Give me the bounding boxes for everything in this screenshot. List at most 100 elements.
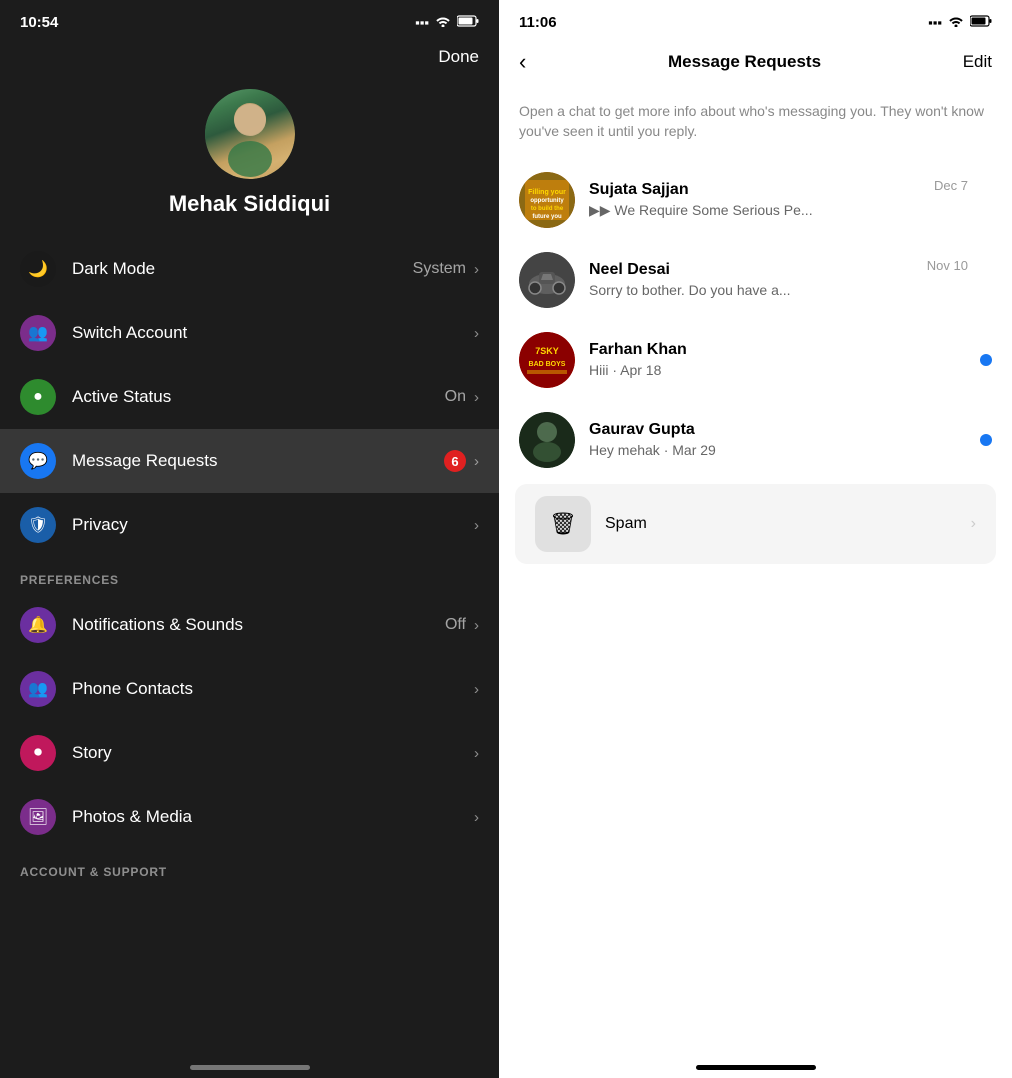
menu-item-message-requests[interactable]: 💬 Message Requests 6 › — [0, 429, 499, 493]
menu-item-story[interactable]: ⏺ Story › — [0, 721, 499, 785]
gaurav-unread-dot — [980, 434, 992, 446]
preferences-list: 🔔 Notifications & Sounds Off › 👥 Phone C… — [0, 593, 499, 849]
svg-text:future you: future you — [532, 214, 562, 220]
message-requests-label: Message Requests — [72, 451, 444, 471]
dark-mode-icon: 🌙 — [20, 251, 56, 287]
active-status-label: Active Status — [72, 387, 445, 407]
message-list: Filling your opportunity to build the fu… — [499, 160, 1012, 1078]
back-button[interactable]: ‹ — [519, 49, 526, 75]
profile-name: Mehak Siddiqui — [169, 191, 330, 217]
menu-item-dark-mode[interactable]: 🌙 Dark Mode System › — [0, 237, 499, 301]
farhan-preview: Hiii · Apr 18 — [589, 362, 859, 378]
privacy-label: Privacy — [72, 515, 474, 535]
account-support-section-label: ACCOUNT & SUPPORT — [0, 849, 499, 885]
left-status-bar: 10:54 ▪▪▪ — [0, 0, 499, 39]
sujata-name: Sujata Sajjan — [589, 181, 992, 199]
battery-icon — [970, 15, 992, 30]
farhan-avatar: 7SKY BAD BOYS — [519, 332, 575, 388]
svg-text:to build the: to build the — [531, 206, 564, 212]
avatar[interactable] — [205, 89, 295, 179]
chevron-icon: › — [474, 681, 479, 698]
spam-chevron-icon: › — [971, 515, 976, 533]
spam-icon: 🗑 — [535, 496, 591, 552]
dark-mode-label: Dark Mode — [72, 259, 413, 279]
signal-icon: ▪▪▪ — [928, 15, 942, 30]
switch-account-label: Switch Account — [72, 323, 474, 343]
menu-list: 🌙 Dark Mode System › 👥 Switch Account › … — [0, 237, 499, 557]
menu-item-privacy[interactable]: 🛡 Privacy › — [0, 493, 499, 557]
svg-text:7SKY: 7SKY — [535, 346, 559, 356]
chevron-icon: › — [474, 453, 479, 470]
notifications-value: Off — [445, 616, 466, 634]
menu-item-switch-account[interactable]: 👥 Switch Account › — [0, 301, 499, 365]
done-button[interactable]: Done — [438, 47, 479, 67]
notifications-icon: 🔔 — [20, 607, 56, 643]
story-icon: ⏺ — [20, 735, 56, 771]
message-item-farhan[interactable]: 7SKY BAD BOYS Farhan Khan Hiii · Apr 18 — [499, 320, 1012, 400]
svg-text:Filling your: Filling your — [528, 189, 566, 196]
wifi-icon — [948, 15, 964, 30]
chevron-icon: › — [474, 617, 479, 634]
left-time: 10:54 — [20, 14, 58, 31]
gaurav-name: Gaurav Gupta — [589, 421, 992, 439]
sujata-date: Dec 7 — [934, 178, 968, 193]
menu-item-active-status[interactable]: ● Active Status On › — [0, 365, 499, 429]
neel-date: Nov 10 — [927, 258, 968, 273]
profile-section: Mehak Siddiqui — [0, 79, 499, 237]
chevron-icon: › — [474, 809, 479, 826]
menu-item-photos-media[interactable]: 🖼 Photos & Media › — [0, 785, 499, 849]
neel-preview: Sorry to bother. Do you have a... — [589, 282, 859, 298]
chevron-icon: › — [474, 389, 479, 406]
story-label: Story — [72, 743, 474, 763]
farhan-unread-dot — [980, 354, 992, 366]
phone-contacts-icon: 👥 — [20, 671, 56, 707]
phone-contacts-label: Phone Contacts — [72, 679, 474, 699]
chevron-icon: › — [474, 745, 479, 762]
right-time: 11:06 — [519, 14, 557, 31]
right-panel: 11:06 ▪▪▪ ‹ Message Requests Edit Open a… — [499, 0, 1012, 1078]
message-item-gaurav[interactable]: Gaurav Gupta Hey mehak · Mar 29 — [499, 400, 1012, 480]
wifi-icon — [435, 15, 451, 30]
info-text: Open a chat to get more info about who's… — [499, 87, 1012, 160]
farhan-name: Farhan Khan — [589, 341, 992, 359]
right-status-icons: ▪▪▪ — [928, 15, 992, 30]
left-home-indicator — [190, 1065, 310, 1070]
sujata-avatar: Filling your opportunity to build the fu… — [519, 172, 575, 228]
notifications-label: Notifications & Sounds — [72, 615, 445, 635]
svg-text:BAD BOYS: BAD BOYS — [529, 361, 566, 368]
nav-title: Message Requests — [668, 52, 821, 72]
menu-item-phone-contacts[interactable]: 👥 Phone Contacts › — [0, 657, 499, 721]
nav-bar: ‹ Message Requests Edit — [499, 39, 1012, 87]
farhan-content: Farhan Khan Hiii · Apr 18 — [589, 341, 992, 378]
chevron-icon: › — [474, 517, 479, 534]
dark-mode-value: System — [413, 260, 466, 278]
preferences-section-label: PREFERENCES — [0, 557, 499, 593]
message-item-sujata[interactable]: Filling your opportunity to build the fu… — [499, 160, 1012, 240]
sujata-preview: ▶▶ We Require Some Serious Pe... — [589, 202, 859, 219]
left-status-icons: ▪▪▪ — [415, 15, 479, 30]
photos-icon: 🖼 — [20, 799, 56, 835]
svg-text:opportunity: opportunity — [530, 198, 564, 204]
right-home-indicator — [696, 1065, 816, 1070]
sujata-content: Sujata Sajjan ▶▶ We Require Some Serious… — [589, 181, 992, 219]
neel-avatar — [519, 252, 575, 308]
message-item-neel[interactable]: Neel Desai Sorry to bother. Do you have … — [499, 240, 1012, 320]
chevron-icon: › — [474, 261, 479, 278]
chevron-icon: › — [474, 325, 479, 342]
photos-label: Photos & Media — [72, 807, 474, 827]
gaurav-avatar — [519, 412, 575, 468]
gaurav-preview: Hey mehak · Mar 29 — [589, 442, 859, 458]
battery-icon — [457, 15, 479, 30]
switch-account-icon: 👥 — [20, 315, 56, 351]
left-panel: 10:54 ▪▪▪ Done Mehak Siddiqui — [0, 0, 499, 1078]
menu-item-notifications[interactable]: 🔔 Notifications & Sounds Off › — [0, 593, 499, 657]
spam-item[interactable]: 🗑 Spam › — [515, 484, 996, 564]
signal-icon: ▪▪▪ — [415, 15, 429, 30]
active-status-icon: ● — [20, 379, 56, 415]
message-requests-badge: 6 — [444, 450, 466, 472]
edit-button[interactable]: Edit — [963, 52, 992, 72]
active-status-value: On — [445, 388, 466, 406]
message-requests-icon: 💬 — [20, 443, 56, 479]
gaurav-content: Gaurav Gupta Hey mehak · Mar 29 — [589, 421, 992, 458]
done-bar: Done — [0, 39, 499, 79]
